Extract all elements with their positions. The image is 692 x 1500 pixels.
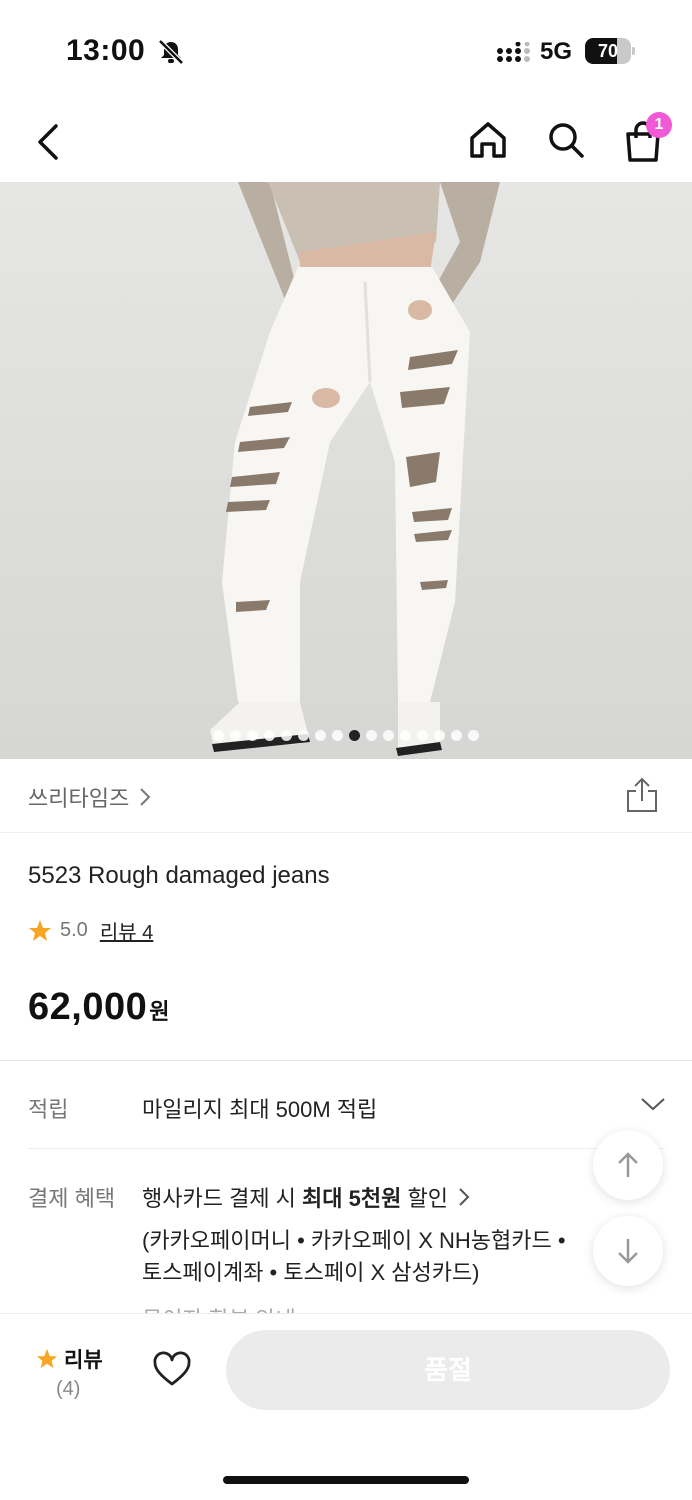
pagination-dot[interactable] (400, 730, 411, 741)
signal-icon (497, 42, 530, 62)
chevron-right-icon (459, 1188, 470, 1206)
battery-icon: 70 (585, 38, 635, 64)
review-button[interactable]: 리뷰 (4) (36, 1338, 116, 1408)
arrow-up-icon (618, 1152, 638, 1177)
back-arrow-icon[interactable] (28, 120, 68, 164)
chevron-right-icon (140, 788, 151, 806)
star-icon (36, 1348, 58, 1369)
heart-icon[interactable] (152, 1350, 192, 1390)
review-title: 리뷰 (36, 1344, 103, 1374)
brand-row: 쓰리타임즈 (0, 759, 692, 833)
bottom-action-bar: 리뷰 (4) 품절 (0, 1313, 692, 1500)
battery-percent: 70 (597, 41, 619, 61)
payment-benefit-text: 행사카드 결제 시 최대 5천원 할인 (142, 1186, 448, 1211)
top-nav: 1 (0, 100, 692, 182)
share-icon[interactable] (624, 775, 660, 815)
pagination-dot[interactable] (281, 730, 292, 741)
status-bar: 13:00 5G 70 (0, 0, 692, 100)
clock: 13:00 (66, 34, 146, 67)
network-type: 5G (540, 38, 573, 65)
brand-link[interactable]: 쓰리타임즈 (28, 781, 151, 813)
product-photo (210, 182, 500, 756)
divider (0, 1060, 692, 1061)
pagination-dot[interactable] (383, 730, 394, 741)
cart-count-badge: 1 (646, 112, 672, 138)
pagination-dot[interactable] (264, 730, 275, 741)
rating-score: 5.0 (60, 919, 88, 941)
pagination-dot[interactable] (417, 730, 428, 741)
payment-cards-line-1: (카카오페이머니 • 카카오페이 X NH농협카드 • (142, 1228, 566, 1253)
price-value: 62,000 (28, 986, 148, 1028)
pagination-dot[interactable] (468, 730, 479, 741)
arrow-down-icon (618, 1239, 638, 1264)
payment-benefit-link[interactable]: 행사카드 결제 시 최대 5천원 할인 (142, 1181, 470, 1213)
payment-cards-line-2: 토스페이계좌 • 토스페이 X 삼성카드) (142, 1260, 480, 1285)
rating-row: 5.0 리뷰 4 (28, 916, 153, 945)
home-indicator (223, 1476, 469, 1484)
mileage-label: 적립 (28, 1097, 69, 1122)
pagination-dot[interactable] (213, 730, 224, 741)
home-icon[interactable] (466, 118, 510, 162)
pagination-dot[interactable] (332, 730, 343, 741)
pagination-dot[interactable] (230, 730, 241, 741)
scroll-bottom-button[interactable] (593, 1216, 663, 1286)
bell-muted-icon (158, 39, 184, 65)
pagination-dot[interactable] (366, 730, 377, 741)
mileage-text: 마일리지 최대 500M 적립 (142, 1097, 378, 1122)
sold-out-button[interactable]: 품절 (226, 1330, 670, 1410)
pagination-dot[interactable] (451, 730, 462, 741)
divider (28, 1148, 664, 1149)
product-image[interactable] (0, 182, 692, 759)
pagination-dot[interactable] (315, 730, 326, 741)
image-pagination[interactable] (0, 730, 692, 741)
search-icon[interactable] (544, 118, 588, 162)
scroll-top-button[interactable] (593, 1130, 663, 1200)
review-count-link[interactable]: 리뷰 4 (100, 916, 153, 945)
price-currency: 원 (149, 999, 170, 1024)
chevron-down-icon[interactable] (640, 1096, 666, 1112)
product-name: 5523 Rough damaged jeans (28, 862, 330, 889)
brand-name: 쓰리타임즈 (28, 786, 130, 811)
review-count: (4) (56, 1378, 81, 1400)
pagination-dot[interactable] (434, 730, 445, 741)
star-icon (29, 919, 51, 941)
pagination-dot[interactable] (298, 730, 309, 741)
pagination-dot[interactable] (247, 730, 258, 741)
payment-benefit-label: 결제 혜택 (28, 1186, 116, 1211)
pagination-dot[interactable] (349, 730, 360, 741)
price: 62,000 원 (28, 986, 169, 1029)
